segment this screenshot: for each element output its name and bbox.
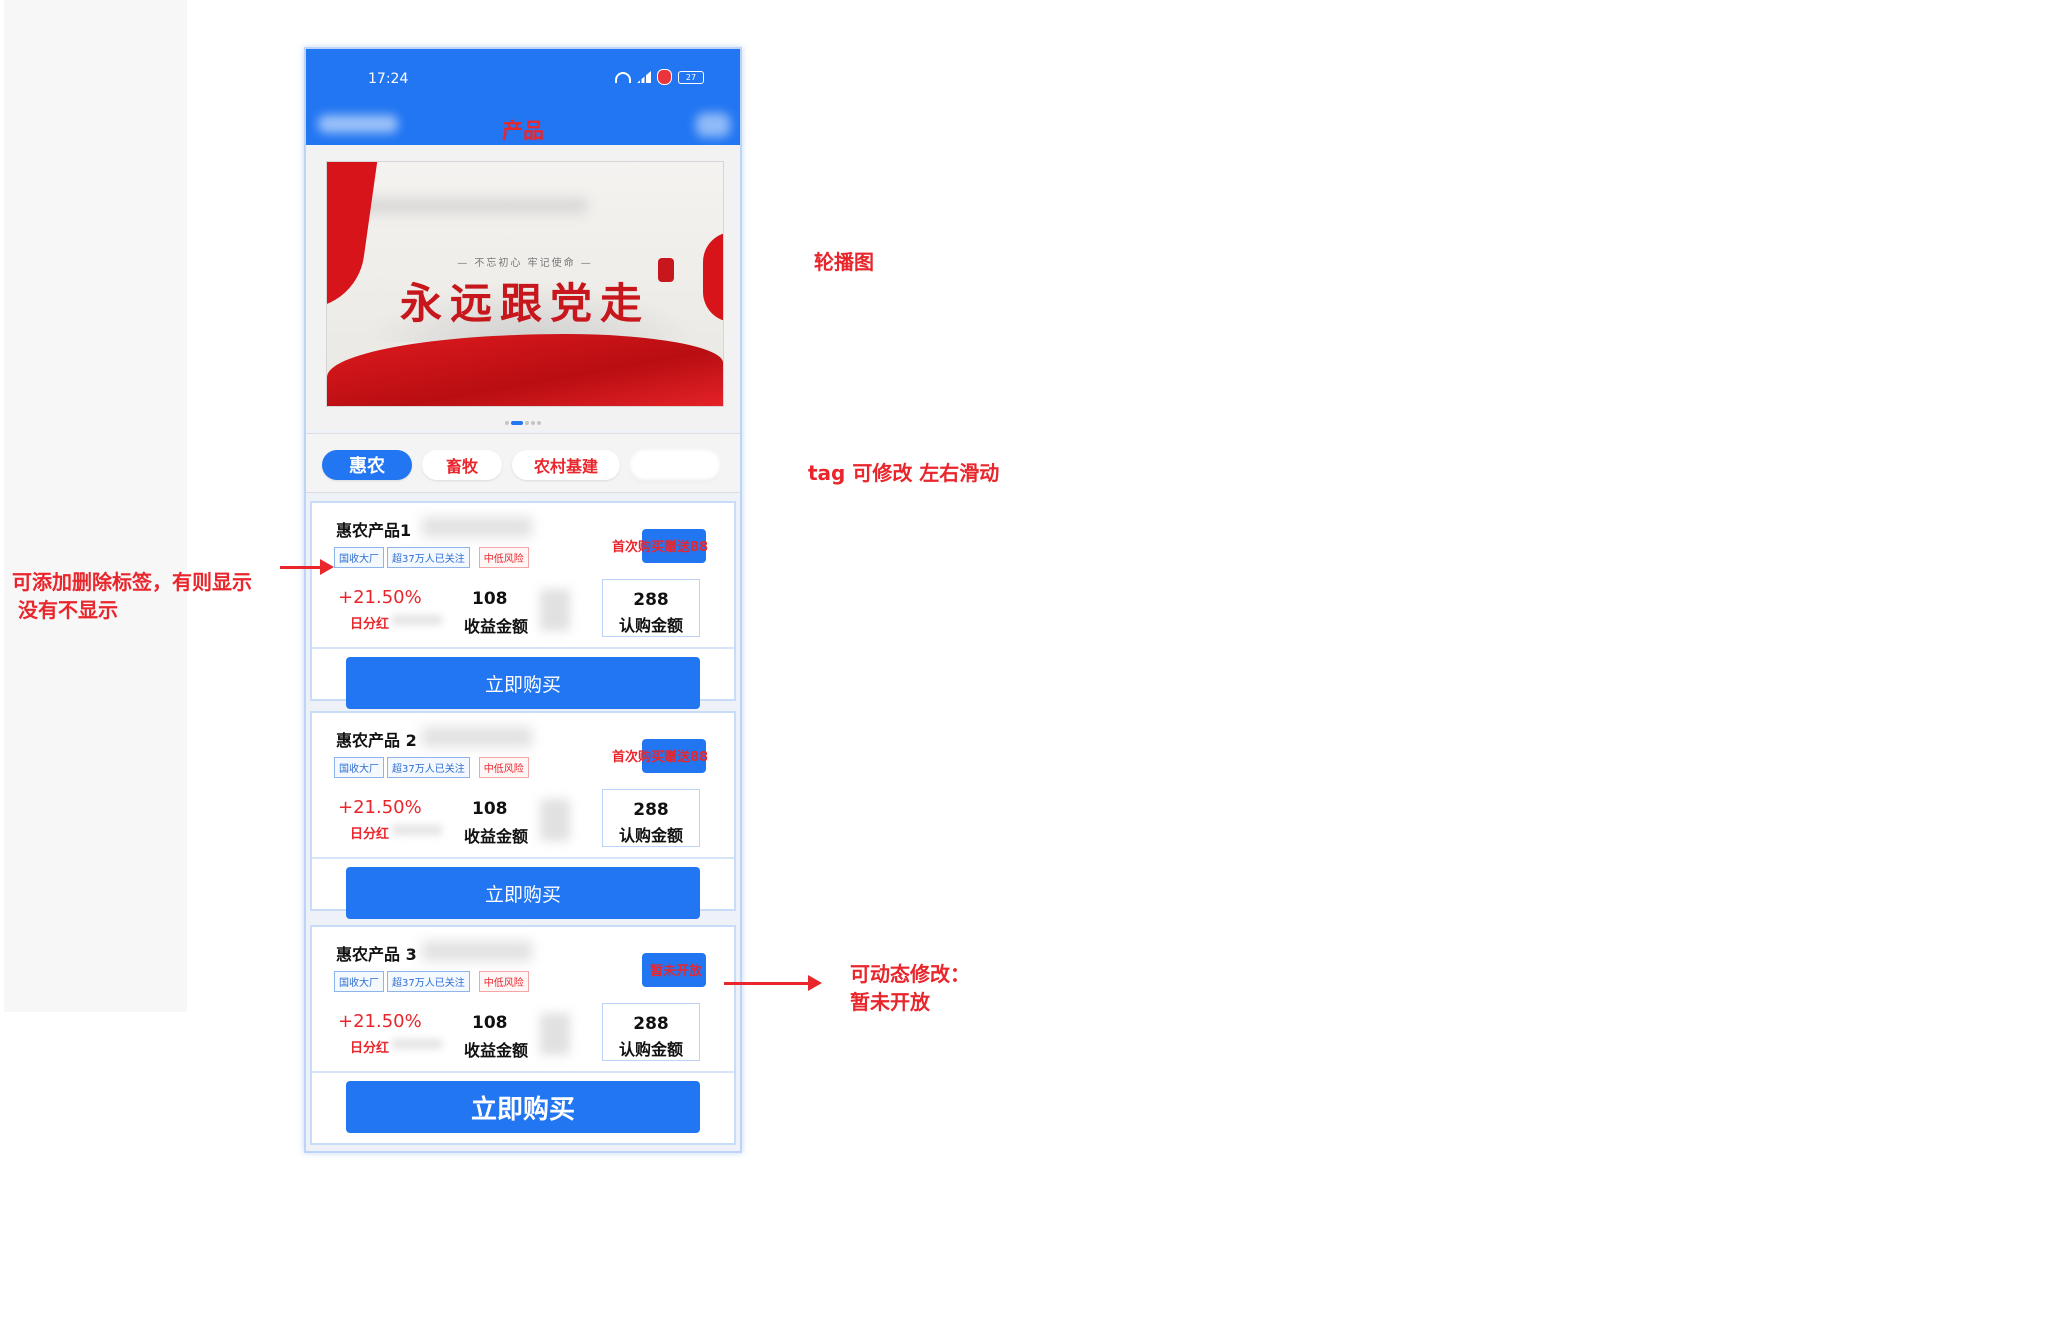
blurred-text: [392, 1039, 442, 1049]
carousel-dot[interactable]: [525, 421, 529, 425]
header-action-button[interactable]: [696, 113, 730, 137]
product-tags: 国收大厂 超37万人已关注 中低风险: [334, 757, 529, 778]
carousel-indicator[interactable]: [306, 410, 740, 429]
risk-tag: 中低风险: [478, 971, 529, 992]
subscription-box: 288 认购金额: [602, 579, 700, 637]
wifi-icon: [615, 71, 631, 83]
carousel-dot[interactable]: [531, 421, 535, 425]
red-flag: [327, 334, 723, 406]
blurred-text: [422, 941, 532, 961]
divider: [312, 647, 734, 649]
return-rate-label: 日分红: [350, 827, 390, 842]
tab-more[interactable]: [630, 450, 720, 480]
tab-huinong[interactable]: 惠农: [322, 450, 412, 480]
product-tags: 国收大厂 超37万人已关注 中低风险: [334, 547, 529, 568]
income-label: 收益金额: [464, 1041, 529, 1060]
blurred-text: [540, 589, 570, 631]
tab-xumu[interactable]: 畜牧: [422, 450, 502, 480]
product-tags: 国收大厂 超37万人已关注 中低风险: [334, 971, 529, 992]
product-card: 惠农产品 2 国收大厂 超37万人已关注 中低风险 首次购买赠送88 +21.5…: [310, 711, 736, 919]
return-rate: +21.50%: [338, 587, 422, 608]
product-name: 惠农产品1: [336, 521, 412, 540]
subscription-label: 认购金额: [618, 616, 683, 635]
status-icons: 27: [615, 69, 704, 85]
blurred-text: [540, 1013, 570, 1055]
dynamic-annotation-line1: 可动态修改：: [850, 962, 970, 986]
banner-carousel[interactable]: — 不忘初心 牢记使命 — 永远跟党走: [306, 145, 740, 430]
risk-tag: 中低风险: [478, 547, 529, 568]
label-annotation-line2: 没有不显示: [18, 598, 118, 622]
buy-now-button[interactable]: 立即购买: [346, 657, 700, 709]
product-name: 惠农产品 3: [336, 945, 417, 964]
income-label: 收益金额: [464, 617, 529, 636]
product-card: 惠农产品 3 国收大厂 超37万人已关注 中低风险 暂未开放 +21.50% 日…: [310, 925, 736, 1145]
return-rate-label: 日分红: [350, 1041, 390, 1056]
income-value: 108: [472, 799, 508, 819]
divider: [312, 1071, 734, 1073]
promo-text: 首次购买赠送88: [612, 750, 709, 765]
blurred-text: [392, 825, 442, 835]
label-annotation-line1: 可添加删除标签，有则显示: [12, 570, 252, 594]
blurred-text: [422, 517, 532, 537]
tag-annotation: tag 可修改 左右滑动: [808, 461, 1000, 485]
product-tag: 国收大厂: [334, 757, 384, 778]
banner-annotation: 轮播图: [814, 250, 874, 274]
subscription-value: 288: [633, 800, 669, 820]
subscription-label: 认购金额: [618, 1040, 683, 1059]
income-label: 收益金额: [464, 827, 529, 846]
product-tag: 超37万人已关注: [387, 757, 470, 778]
promo-text: 暂未开放: [650, 964, 703, 979]
blurred-text: [422, 727, 532, 747]
side-panel: [4, 0, 187, 1012]
divider: [312, 857, 734, 859]
income-value: 108: [472, 1013, 508, 1033]
security-icon: [657, 69, 672, 85]
blurred-text: [540, 799, 570, 841]
category-tabs[interactable]: 惠农 畜牧 农村基建: [306, 433, 740, 493]
blurred-text: [392, 615, 442, 625]
product-card: 惠农产品1 国收大厂 超37万人已关注 中低风险 首次购买赠送88 +21.50…: [310, 501, 736, 709]
banner-blurred-text: [347, 198, 587, 214]
seal-icon: [658, 258, 674, 282]
banner-slide[interactable]: — 不忘初心 牢记使命 — 永远跟党走: [326, 161, 724, 407]
phone-mockup: 17:24 27 产品 — 不忘初心 牢记使命 — 永远跟党走 惠农 畜牧 农村…: [304, 47, 742, 1153]
buy-now-button[interactable]: 立即购买: [346, 867, 700, 919]
battery-icon: 27: [678, 70, 704, 84]
product-tag: 国收大厂: [334, 547, 384, 568]
promo-text: 首次购买赠送88: [612, 540, 709, 555]
product-name: 惠农产品 2: [336, 731, 417, 750]
arrow-icon: [724, 975, 822, 991]
arrow-icon: [280, 559, 334, 575]
product-tag: 国收大厂: [334, 971, 384, 992]
subscription-box: 288 认购金额: [602, 789, 700, 847]
risk-tag: 中低风险: [478, 757, 529, 778]
product-tag: 超37万人已关注: [387, 547, 470, 568]
signal-icon: [637, 71, 651, 83]
status-time: 17:24: [368, 71, 409, 87]
product-tag: 超37万人已关注: [387, 971, 470, 992]
dynamic-annotation-line2: 暂未开放: [850, 990, 930, 1014]
page-title: 产品: [502, 119, 544, 143]
return-rate: +21.50%: [338, 1011, 422, 1032]
subscription-value: 288: [633, 1014, 669, 1034]
app-header: 17:24 27 产品: [306, 49, 740, 145]
carousel-dot-active[interactable]: [511, 421, 523, 425]
return-rate-label: 日分红: [350, 617, 390, 632]
carousel-dot[interactable]: [537, 421, 541, 425]
tab-nongcun-jijian[interactable]: 农村基建: [512, 450, 620, 480]
buy-now-button[interactable]: 立即购买: [346, 1081, 700, 1133]
subscription-value: 288: [633, 590, 669, 610]
return-rate: +21.50%: [338, 797, 422, 818]
income-value: 108: [472, 589, 508, 609]
subscription-label: 认购金额: [618, 826, 683, 845]
carousel-dot[interactable]: [505, 421, 509, 425]
subscription-box: 288 认购金额: [602, 1003, 700, 1061]
